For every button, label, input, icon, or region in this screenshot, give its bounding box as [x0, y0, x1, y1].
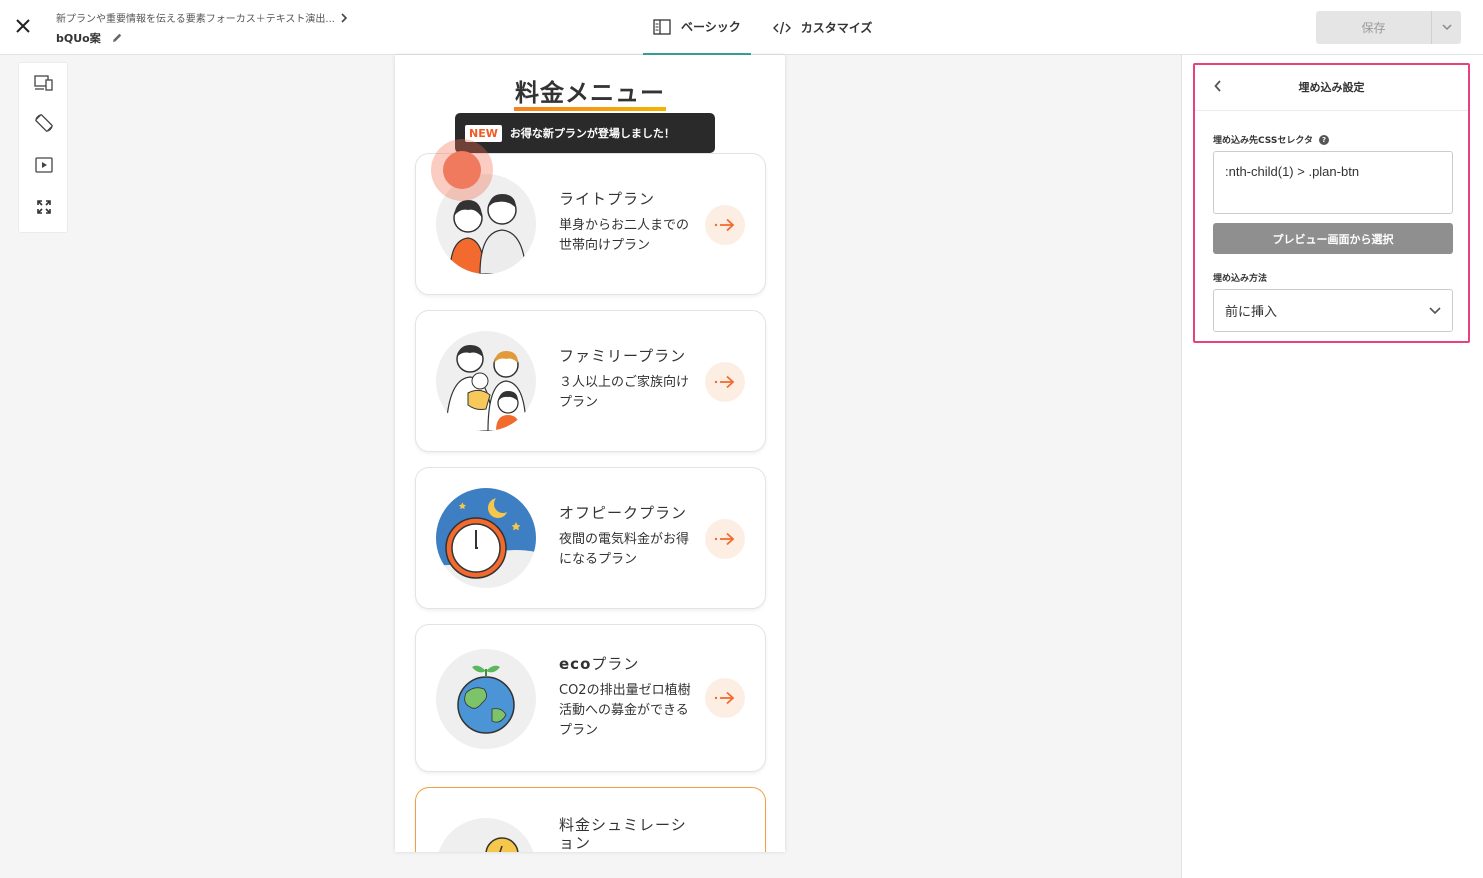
- plan-title-bold: eco: [559, 655, 592, 673]
- play-icon: [35, 157, 53, 173]
- simulation-illustration: [436, 818, 536, 852]
- plan-description: 単身からお二人までの世帯向けプラン: [559, 218, 690, 253]
- settings-highlight-box: 埋め込み設定 埋め込み先CSSセレクタ ? :nth-child(1) > .p…: [1193, 63, 1470, 343]
- tooltip-text: お得な新プランが登場しました！: [509, 127, 675, 140]
- project-name-text: bQUo案: [56, 32, 101, 45]
- code-icon: [772, 21, 791, 34]
- breadcrumb[interactable]: 新プランや重要情報を伝える要素フォーカス＋テキスト演出...: [56, 10, 348, 25]
- save-options-button[interactable]: [1431, 11, 1461, 44]
- embed-settings-panel: 埋め込み設定 埋め込み先CSSセレクタ ? :nth-child(1) > .p…: [1181, 55, 1483, 878]
- help-icon[interactable]: ?: [1318, 134, 1329, 145]
- plan-title-rest: プラン: [591, 655, 640, 673]
- selector-label: 埋め込み先CSSセレクタ ?: [1213, 133, 1329, 146]
- plan-title: 料金シュミレーシ ョン: [559, 816, 687, 852]
- method-label-text: 埋め込み方法: [1213, 274, 1268, 284]
- focus-pulse: [431, 139, 493, 201]
- tab-customize[interactable]: カスタマイズ: [763, 0, 883, 55]
- night-clock-illustration: [436, 488, 536, 588]
- plan-arrow-button[interactable]: [705, 519, 745, 559]
- plan-description: 夜間の電気料金がお得になるプラン: [559, 532, 690, 567]
- layout-icon: [653, 18, 671, 35]
- chevron-down-icon: [1429, 306, 1441, 314]
- arrow-right-icon: [714, 375, 735, 389]
- close-button[interactable]: [10, 13, 36, 39]
- plan-description: CO2の排出量ゼロ植樹活動への募金ができるプラン: [559, 683, 691, 738]
- plan-card-eco[interactable]: ecoプラン CO2の排出量ゼロ植樹活動への募金ができるプラン: [415, 624, 766, 772]
- new-plan-tooltip: NEW お得な新プランが登場しました！: [455, 113, 715, 153]
- pick-from-preview-button[interactable]: プレビュー画面から選択: [1213, 223, 1453, 254]
- plan-arrow-button[interactable]: [705, 362, 745, 402]
- family-illustration: [436, 331, 536, 431]
- mode-tabs: ベーシック カスタマイズ: [643, 0, 882, 55]
- method-label: 埋め込み方法: [1213, 271, 1267, 284]
- menu-title: 料金メニュー: [515, 79, 665, 107]
- plan-card-simulation[interactable]: 料金シュミレーシ ョン: [415, 787, 766, 852]
- plan-title: ecoプラン: [559, 653, 639, 674]
- tab-basic-label: ベーシック: [681, 20, 741, 34]
- top-bar: 新プランや重要情報を伝える要素フォーカス＋テキスト演出... bQUo案 ベーシ…: [0, 0, 1483, 55]
- title-underline: [514, 107, 666, 111]
- pencil-icon[interactable]: [111, 32, 123, 44]
- tab-customize-label: カスタマイズ: [800, 21, 873, 35]
- plan-title: ライトプラン: [559, 190, 656, 208]
- earth-illustration: [436, 649, 536, 749]
- plan-card-offpeak[interactable]: オフピークプラン 夜間の電気料金がお得になるプラン: [415, 467, 766, 609]
- css-selector-input[interactable]: :nth-child(1) > .plan-btn: [1213, 151, 1453, 214]
- arrow-right-icon: [714, 218, 735, 232]
- save-button[interactable]: 保存: [1316, 11, 1431, 44]
- selector-label-text: 埋め込み先CSSセレクタ: [1213, 136, 1313, 146]
- new-badge: NEW: [465, 124, 502, 142]
- save-group: 保存: [1316, 11, 1461, 44]
- preview-frame: 料金メニュー NEW お得な新プランが登場しました！ ライトプラン 単身からお二…: [395, 55, 785, 852]
- devices-icon: [34, 75, 53, 91]
- chevron-right-icon: [341, 12, 348, 23]
- close-icon: [16, 19, 30, 33]
- arrow-right-icon: [714, 532, 735, 546]
- plan-arrow-button[interactable]: [705, 205, 745, 245]
- tab-basic[interactable]: ベーシック: [643, 0, 751, 55]
- panel-header: 埋め込み設定: [1195, 65, 1468, 111]
- fullscreen-icon: [37, 200, 51, 214]
- plan-card-family[interactable]: ファミリープラン ３人以上のご家族向けプラン: [415, 310, 766, 452]
- rotate-icon: [35, 114, 53, 132]
- breadcrumb-text: 新プランや重要情報を伝える要素フォーカス＋テキスト演出...: [56, 14, 335, 25]
- plan-description: ３人以上のご家族向けプラン: [559, 375, 690, 410]
- rotate-button[interactable]: [32, 111, 56, 135]
- plan-title: オフピークプラン: [559, 504, 688, 522]
- plan-arrow-button[interactable]: [705, 678, 745, 718]
- devices-button[interactable]: [32, 71, 56, 95]
- plan-title: ファミリープラン: [559, 347, 687, 365]
- view-toolbar: [18, 62, 68, 233]
- chevron-down-icon: [1441, 24, 1452, 31]
- project-name: bQUo案: [56, 30, 123, 46]
- play-button[interactable]: [32, 153, 56, 177]
- fullscreen-button[interactable]: [32, 195, 56, 219]
- panel-title: 埋め込み設定: [1298, 81, 1365, 94]
- embed-method-value: 前に挿入: [1225, 305, 1278, 320]
- embed-method-select[interactable]: 前に挿入: [1213, 289, 1453, 332]
- arrow-right-icon: [714, 691, 735, 705]
